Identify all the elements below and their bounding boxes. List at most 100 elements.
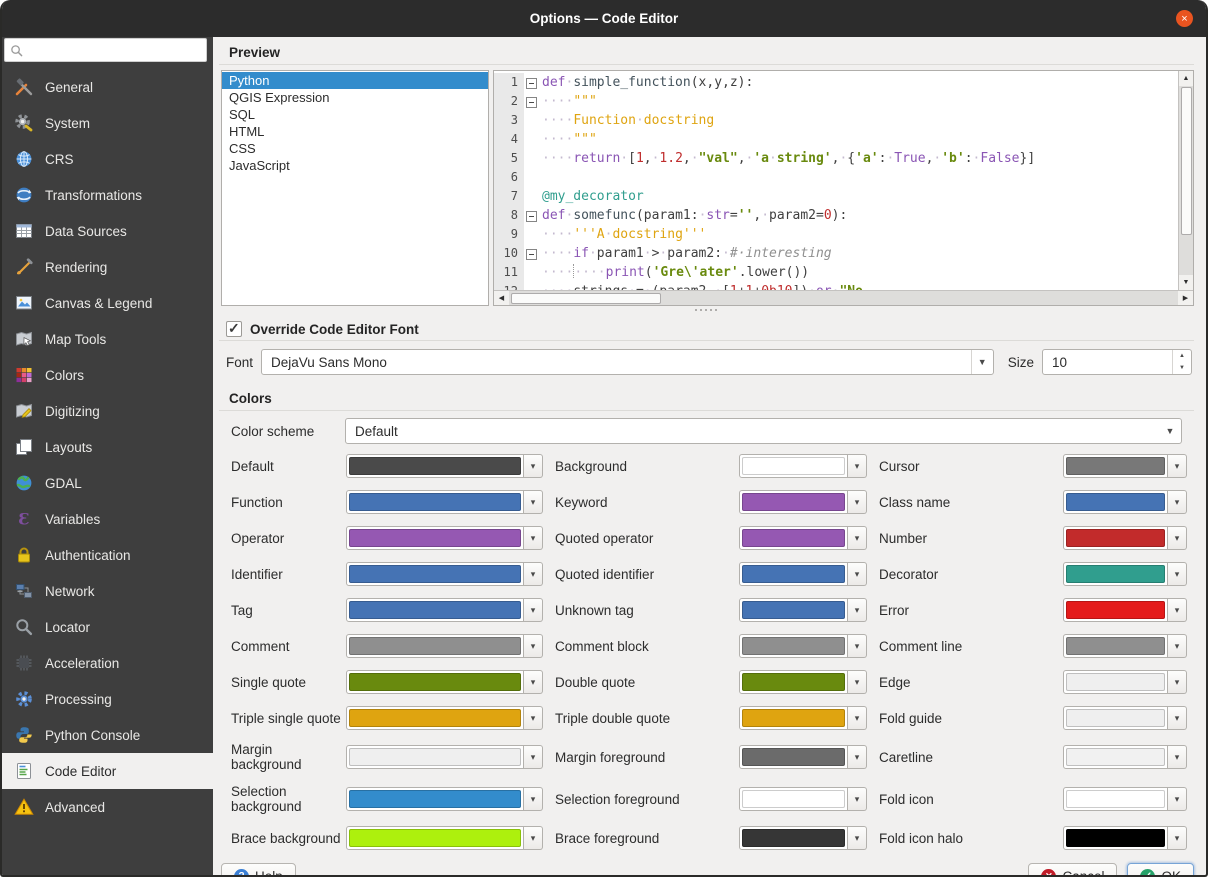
fold-marker-icon[interactable]: [524, 244, 539, 263]
sidebar-item-processing[interactable]: Processing: [2, 681, 213, 717]
spin-down-icon[interactable]: ▼: [1173, 362, 1191, 374]
color-dropdown-icon[interactable]: ▾: [848, 745, 867, 769]
color-button-selection-foreground[interactable]: [739, 787, 848, 811]
color-dropdown-icon[interactable]: ▾: [524, 787, 543, 811]
fold-marker-icon[interactable]: [524, 92, 539, 111]
color-button-edge[interactable]: [1063, 670, 1168, 694]
sidebar-item-variables[interactable]: ƐVariables: [2, 501, 213, 537]
color-dropdown-icon[interactable]: ▾: [524, 526, 543, 550]
color-dropdown-icon[interactable]: ▾: [1168, 787, 1187, 811]
color-dropdown-icon[interactable]: ▾: [1168, 490, 1187, 514]
color-scheme-combo[interactable]: Default ▼: [345, 418, 1182, 444]
color-button-decorator[interactable]: [1063, 562, 1168, 586]
color-dropdown-icon[interactable]: ▾: [848, 706, 867, 730]
color-dropdown-icon[interactable]: ▾: [1168, 598, 1187, 622]
splitter-handle[interactable]: [217, 306, 1194, 314]
color-button-class-name[interactable]: [1063, 490, 1168, 514]
language-item-sql[interactable]: SQL: [222, 106, 488, 123]
language-item-css[interactable]: CSS: [222, 140, 488, 157]
language-item-qgis-expression[interactable]: QGIS Expression: [222, 89, 488, 106]
override-font-checkbox[interactable]: [226, 321, 242, 337]
color-dropdown-icon[interactable]: ▾: [848, 598, 867, 622]
color-button-cursor[interactable]: [1063, 454, 1168, 478]
sidebar-item-advanced[interactable]: Advanced: [2, 789, 213, 825]
color-button-default[interactable]: [346, 454, 524, 478]
ok-button[interactable]: ✓ OK: [1127, 863, 1194, 877]
color-button-fold-icon-halo[interactable]: [1063, 826, 1168, 850]
fold-marker-icon[interactable]: [524, 73, 539, 92]
color-dropdown-icon[interactable]: ▾: [1168, 562, 1187, 586]
vertical-scrollbar[interactable]: ▲ ▼: [1178, 71, 1193, 290]
color-button-brace-background[interactable]: [346, 826, 524, 850]
font-family-combo[interactable]: DejaVu Sans Mono ▼: [261, 349, 994, 375]
color-dropdown-icon[interactable]: ▾: [1168, 634, 1187, 658]
sidebar-item-digitizing[interactable]: Digitizing: [2, 393, 213, 429]
color-button-keyword[interactable]: [739, 490, 848, 514]
color-button-fold-icon[interactable]: [1063, 787, 1168, 811]
color-button-identifier[interactable]: [346, 562, 524, 586]
color-dropdown-icon[interactable]: ▾: [848, 562, 867, 586]
sidebar-item-general[interactable]: General: [2, 69, 213, 105]
color-dropdown-icon[interactable]: ▾: [1168, 826, 1187, 850]
search-input[interactable]: [23, 42, 202, 58]
language-item-javascript[interactable]: JavaScript: [222, 157, 488, 174]
color-dropdown-icon[interactable]: ▾: [848, 787, 867, 811]
sidebar-search[interactable]: [4, 38, 207, 62]
color-button-operator[interactable]: [346, 526, 524, 550]
sidebar-item-authentication[interactable]: Authentication: [2, 537, 213, 573]
color-dropdown-icon[interactable]: ▾: [848, 670, 867, 694]
color-button-error[interactable]: [1063, 598, 1168, 622]
color-button-brace-foreground[interactable]: [739, 826, 848, 850]
sidebar-item-rendering[interactable]: Rendering: [2, 249, 213, 285]
color-dropdown-icon[interactable]: ▾: [524, 490, 543, 514]
color-dropdown-icon[interactable]: ▾: [524, 670, 543, 694]
font-size-stepper[interactable]: 10 ▲ ▼: [1042, 349, 1192, 375]
sidebar-item-colors[interactable]: Colors: [2, 357, 213, 393]
color-dropdown-icon[interactable]: ▾: [524, 634, 543, 658]
language-item-python[interactable]: Python: [222, 72, 488, 89]
color-button-quoted-identifier[interactable]: [739, 562, 848, 586]
sidebar-item-network[interactable]: Network: [2, 573, 213, 609]
sidebar-item-canvas-legend[interactable]: Canvas & Legend: [2, 285, 213, 321]
color-button-function[interactable]: [346, 490, 524, 514]
color-dropdown-icon[interactable]: ▾: [1168, 706, 1187, 730]
color-dropdown-icon[interactable]: ▾: [524, 454, 543, 478]
color-button-number[interactable]: [1063, 526, 1168, 550]
color-button-comment-block[interactable]: [739, 634, 848, 658]
color-dropdown-icon[interactable]: ▾: [1168, 670, 1187, 694]
color-dropdown-icon[interactable]: ▾: [1168, 454, 1187, 478]
color-button-selection-background[interactable]: [346, 787, 524, 811]
sidebar-item-locator[interactable]: Locator: [2, 609, 213, 645]
scroll-up-icon[interactable]: ▲: [1179, 71, 1193, 86]
color-dropdown-icon[interactable]: ▾: [848, 526, 867, 550]
language-item-html[interactable]: HTML: [222, 123, 488, 140]
color-button-triple-double-quote[interactable]: [739, 706, 848, 730]
scroll-right-icon[interactable]: ▶: [1178, 291, 1193, 305]
color-button-comment[interactable]: [346, 634, 524, 658]
sidebar-item-data-sources[interactable]: Data Sources: [2, 213, 213, 249]
color-button-tag[interactable]: [346, 598, 524, 622]
color-button-triple-single-quote[interactable]: [346, 706, 524, 730]
color-dropdown-icon[interactable]: ▾: [1168, 745, 1187, 769]
color-dropdown-icon[interactable]: ▾: [524, 598, 543, 622]
color-button-margin-background[interactable]: [346, 745, 524, 769]
spin-up-icon[interactable]: ▲: [1173, 350, 1191, 362]
color-button-single-quote[interactable]: [346, 670, 524, 694]
color-button-background[interactable]: [739, 454, 848, 478]
color-button-margin-foreground[interactable]: [739, 745, 848, 769]
horizontal-scrollbar[interactable]: ◀ ▶: [494, 290, 1193, 305]
help-button[interactable]: ? Help: [221, 863, 296, 877]
horizontal-scroll-thumb[interactable]: [511, 293, 661, 304]
color-button-quoted-operator[interactable]: [739, 526, 848, 550]
color-dropdown-icon[interactable]: ▾: [1168, 526, 1187, 550]
color-button-comment-line[interactable]: [1063, 634, 1168, 658]
sidebar-item-layouts[interactable]: Layouts: [2, 429, 213, 465]
fold-marker-icon[interactable]: [524, 206, 539, 225]
sidebar-item-acceleration[interactable]: Acceleration: [2, 645, 213, 681]
color-dropdown-icon[interactable]: ▾: [848, 454, 867, 478]
color-dropdown-icon[interactable]: ▾: [524, 826, 543, 850]
color-dropdown-icon[interactable]: ▾: [524, 745, 543, 769]
sidebar-item-crs[interactable]: CRS: [2, 141, 213, 177]
color-dropdown-icon[interactable]: ▾: [848, 634, 867, 658]
color-dropdown-icon[interactable]: ▾: [848, 490, 867, 514]
